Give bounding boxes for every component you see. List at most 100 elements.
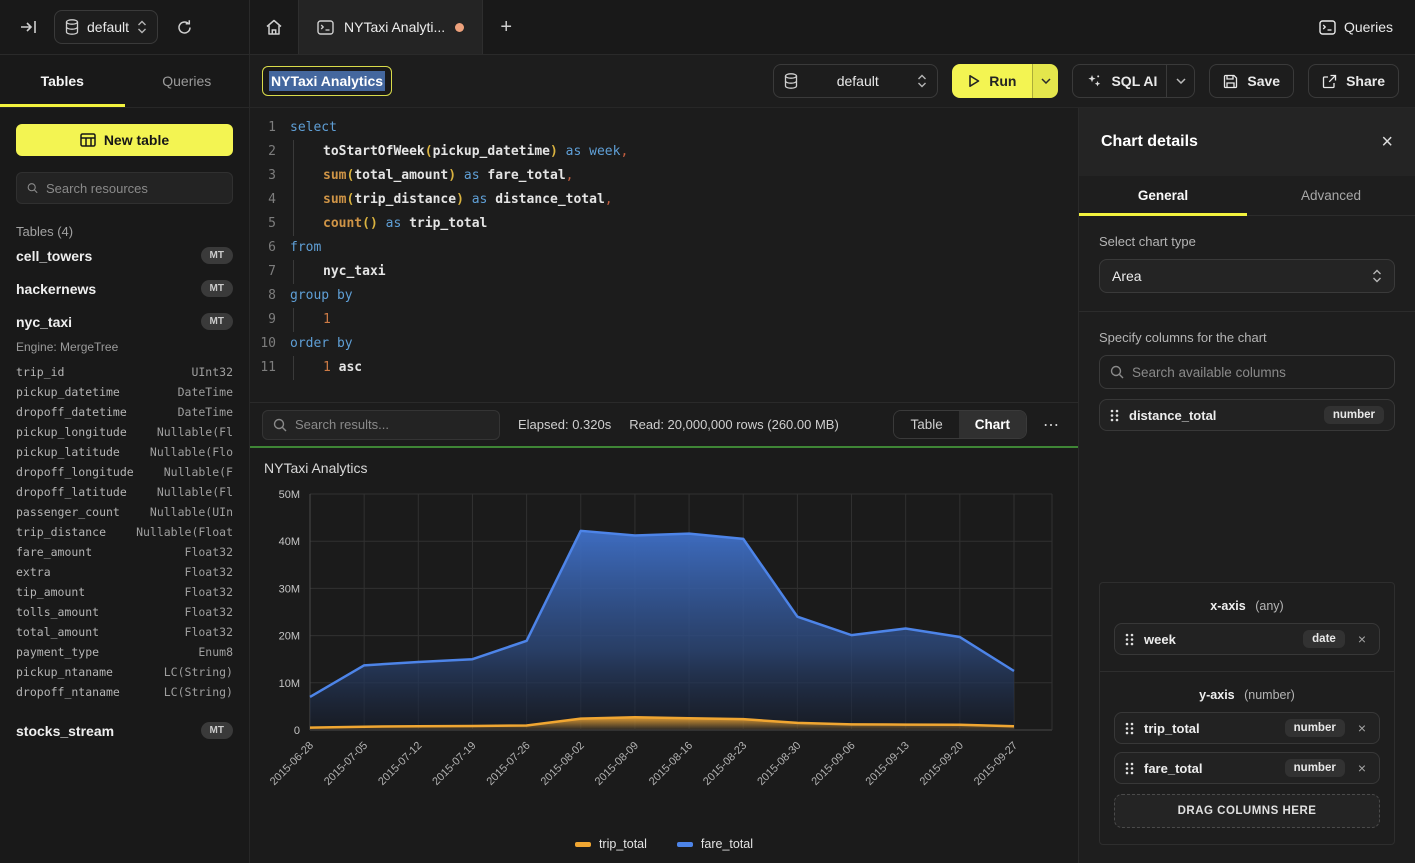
token: trip_total [409, 216, 487, 231]
code-text: select [290, 116, 337, 140]
queries-button[interactable]: Queries [1297, 0, 1415, 54]
drag-handle-icon [1125, 633, 1134, 646]
code-line: 6from [250, 236, 1078, 260]
columns-search-input[interactable] [1132, 365, 1384, 380]
svg-text:20M: 20M [279, 631, 300, 643]
legend-item[interactable]: trip_total [575, 837, 647, 851]
remove-chip-icon[interactable]: × [1355, 631, 1369, 647]
token: 1 [323, 360, 331, 375]
tab-strip: NYTaxi Analyti... + [250, 0, 1297, 54]
available-column-chip[interactable]: distance_totalnumber [1099, 399, 1395, 431]
query-title-input[interactable]: NYTaxi Analytics [262, 66, 392, 96]
chevron-updown-icon [917, 74, 927, 88]
sql-ai-button[interactable]: SQL AI [1111, 73, 1157, 89]
column-type: LC(String) [164, 685, 233, 699]
remove-chip-icon[interactable]: × [1355, 720, 1369, 736]
sql-editor[interactable]: 1select2toStartOfWeek(pickup_datetime) a… [250, 108, 1078, 402]
token: ) [550, 144, 558, 159]
code-line: 7nyc_taxi [250, 260, 1078, 284]
sql-ai-options-button[interactable] [1166, 65, 1194, 97]
y-axis-chip[interactable]: trip_totalnumber× [1114, 712, 1380, 744]
column-name: tip_amount [16, 585, 85, 599]
code-text: sum(total_amount) as fare_total, [290, 164, 573, 188]
chart-details-header: Chart details × [1079, 108, 1415, 176]
sidebar-search-input[interactable] [46, 181, 222, 196]
results-search-input[interactable] [295, 417, 489, 432]
table-row[interactable]: nyc_taxiMT [16, 305, 233, 338]
token: distance_total [495, 192, 605, 207]
svg-text:2015-09-13: 2015-09-13 [864, 740, 912, 788]
code-line: 111 asc [250, 356, 1078, 380]
table-row[interactable]: stocks_streamMT [16, 714, 233, 747]
line-number: 2 [250, 140, 290, 164]
toolbar-database-selector[interactable]: default [773, 64, 938, 98]
column-row: pickup_longitudeNullable(Fl [16, 422, 233, 442]
token: toStartOfWeek [323, 144, 425, 159]
sidebar-tab-tables[interactable]: Tables [0, 55, 125, 107]
column-name: tolls_amount [16, 605, 99, 619]
legend-item[interactable]: fare_total [677, 837, 753, 851]
chip-type-badge: date [1303, 630, 1345, 648]
code-line: 3sum(total_amount) as fare_total, [250, 164, 1078, 188]
share-button[interactable]: Share [1308, 64, 1399, 98]
tab-general[interactable]: General [1079, 176, 1247, 215]
tab-title: NYTaxi Analyti... [344, 19, 445, 35]
token: group by [290, 288, 353, 303]
table-name: cell_towers [16, 248, 92, 264]
svg-text:50M: 50M [279, 489, 300, 501]
token [378, 216, 386, 231]
remove-chip-icon[interactable]: × [1355, 760, 1369, 776]
sidebar-search[interactable] [16, 172, 233, 204]
view-toggle-table[interactable]: Table [894, 411, 958, 438]
top-bar-left: default [0, 0, 250, 54]
sql-ai-button-group: SQL AI [1072, 64, 1195, 98]
code-text: sum(trip_distance) as distance_total, [290, 188, 613, 212]
column-row: dropoff_longitudeNullable(F [16, 462, 233, 482]
columns-search[interactable] [1099, 355, 1395, 389]
close-icon[interactable]: × [1381, 132, 1393, 152]
chip-column-name: distance_total [1129, 408, 1314, 423]
home-tab[interactable] [250, 0, 298, 54]
run-button[interactable]: Run [952, 64, 1032, 98]
table-engine: Engine: MergeTree [16, 340, 233, 354]
collapse-sidebar-button[interactable] [12, 11, 44, 43]
save-button[interactable]: Save [1209, 64, 1294, 98]
drop-zone[interactable]: DRAG COLUMNS HERE [1114, 794, 1380, 828]
code-text: nyc_taxi [290, 260, 386, 284]
code-line: 2toStartOfWeek(pickup_datetime) as week, [250, 140, 1078, 164]
column-row: dropoff_datetimeDateTime [16, 402, 233, 422]
sidebar-tab-queries[interactable]: Queries [125, 55, 250, 107]
chart-type-select[interactable]: Area [1099, 259, 1395, 293]
results-search[interactable] [262, 410, 500, 440]
column-name: pickup_longitude [16, 425, 127, 439]
line-number: 1 [250, 116, 290, 140]
chart-details-body: Select chart type Area Specify columns f… [1079, 216, 1415, 863]
token [456, 168, 464, 183]
code-text: 1 asc [290, 356, 362, 380]
token: asc [339, 360, 362, 375]
y-axis-chip[interactable]: fare_totalnumber× [1114, 752, 1380, 784]
refresh-button[interactable] [168, 11, 200, 43]
tab-nytaxi-analytics[interactable]: NYTaxi Analyti... [298, 0, 483, 54]
results-more-button[interactable]: ⋯ [1037, 415, 1066, 435]
token: total_amount [354, 168, 448, 183]
token: as [566, 144, 582, 159]
view-toggle-chart[interactable]: Chart [959, 411, 1026, 438]
column-type: Nullable(F [164, 465, 233, 479]
column-row: extraFloat32 [16, 562, 233, 582]
run-options-button[interactable] [1032, 64, 1058, 98]
code-text: order by [290, 332, 353, 356]
table-row[interactable]: hackernewsMT [16, 272, 233, 305]
svg-text:2015-06-28: 2015-06-28 [268, 740, 316, 788]
database-selector[interactable]: default [54, 10, 158, 44]
x-axis-chip[interactable]: weekdate× [1114, 623, 1380, 655]
chart-title: NYTaxi Analytics [250, 448, 1078, 480]
token: , [566, 168, 574, 183]
new-table-button[interactable]: New table [16, 124, 233, 156]
token: trip_distance [354, 192, 456, 207]
code-line: 8group by [250, 284, 1078, 308]
tab-advanced[interactable]: Advanced [1247, 176, 1415, 215]
engine-badge: MT [201, 280, 233, 297]
new-tab-button[interactable]: + [483, 0, 529, 54]
table-row[interactable]: cell_towersMT [16, 239, 233, 272]
